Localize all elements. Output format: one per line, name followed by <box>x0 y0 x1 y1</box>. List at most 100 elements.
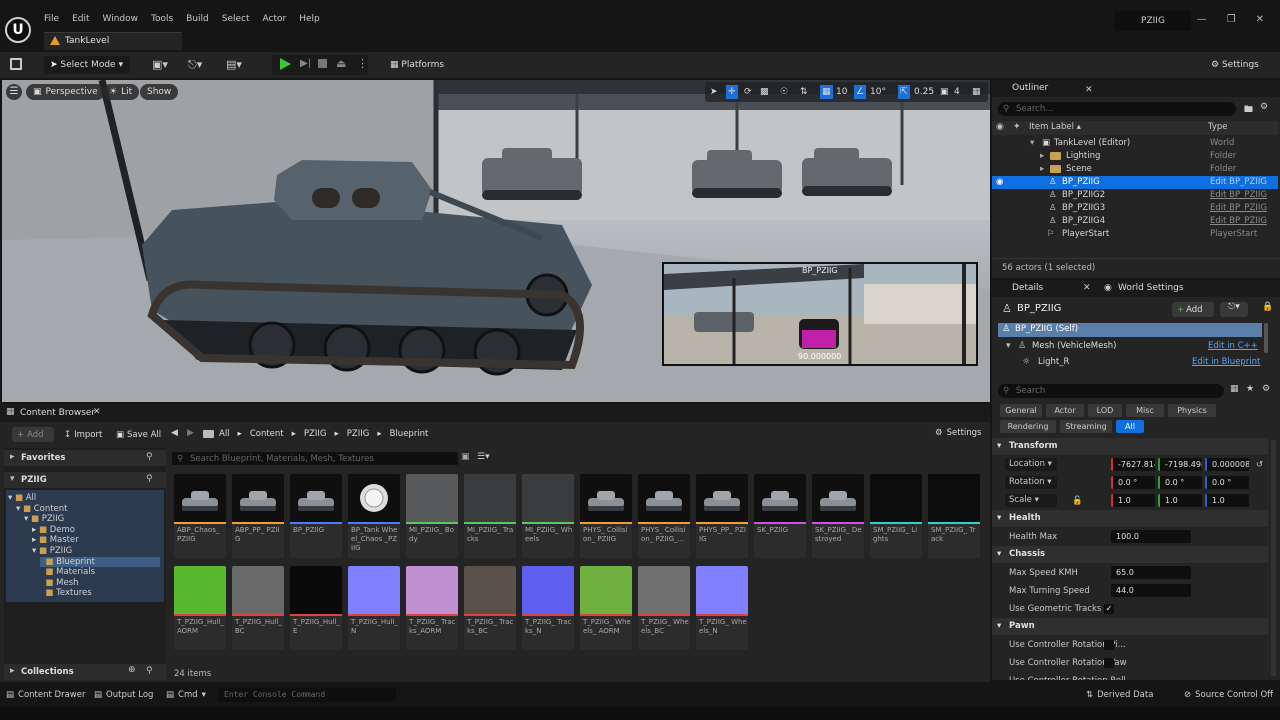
rotation-x-input[interactable]: 0.0 ° <box>1111 476 1155 489</box>
scale-lock-icon[interactable]: 🔓 <box>1072 492 1083 510</box>
asset-tile[interactable]: T_PZIIG_ Wheels_N <box>696 566 748 650</box>
settings-button[interactable]: ⚙ Settings ▾ <box>1205 56 1271 88</box>
content-drawer-button[interactable]: ▤ Content Drawer <box>6 688 85 702</box>
location-x-input[interactable]: -7627.8140 <box>1111 458 1155 471</box>
close-icon[interactable]: ✕ <box>1256 14 1264 25</box>
outliner-row[interactable]: ♙ BP_PZIIG3 Edit BP_PZIIG <box>992 202 1278 215</box>
scale-tool-icon[interactable]: ▩ <box>760 85 769 99</box>
camera-speed-icon[interactable]: ▣ <box>940 85 949 99</box>
filter-lod[interactable]: LOD <box>1088 404 1122 417</box>
cinematics-icon[interactable]: ▤▾ <box>226 58 242 71</box>
filter-misc[interactable]: Misc <box>1126 404 1164 417</box>
rotation-snap-icon[interactable]: ∠ <box>854 85 867 99</box>
blueprint-options-icon[interactable]: ⎋▾ <box>1220 302 1248 317</box>
details-scrollbar[interactable] <box>1271 440 1276 676</box>
max-turning-input[interactable]: 44.0 <box>1111 584 1191 597</box>
eject-icon[interactable]: ⏏ <box>336 57 346 70</box>
asset-tile[interactable]: PHYS_ Collision_ PZIIG <box>580 474 632 558</box>
outliner-row-type[interactable]: Edit BP_PZIIG <box>1210 215 1267 228</box>
maximize-viewport-icon[interactable]: ▦ <box>972 85 981 99</box>
outliner-row-type[interactable]: Edit BP_PZIIG <box>1210 202 1267 215</box>
visibility-icon[interactable]: ◉ <box>996 122 1004 132</box>
outliner-row[interactable]: ⚐ PlayerStart PlayerStart <box>992 228 1278 241</box>
camera-speed-value[interactable]: 4 <box>954 85 960 99</box>
rotate-tool-icon[interactable]: ⟳ <box>744 85 752 99</box>
filter-rendering[interactable]: Rendering <box>1000 420 1056 433</box>
asset-tile[interactable]: MI_PZIIG_ Body <box>406 474 458 558</box>
menu-build[interactable]: Build <box>186 14 209 24</box>
menu-select[interactable]: Select <box>222 14 250 24</box>
outliner-row[interactable]: ♙ BP_PZIIG2 Edit BP_PZIIG <box>992 189 1278 202</box>
platforms-button[interactable]: ▦ Platforms ▾ <box>384 56 456 88</box>
rotation-dropdown[interactable]: Rotation ▾ <box>1005 476 1057 489</box>
asset-tile[interactable]: T_PZIIG_ Tracks_BC <box>464 566 516 650</box>
add-folder-icon[interactable]: 🖿 <box>1244 102 1253 118</box>
asset-tile[interactable]: T_PZIIG_Hull_ N <box>348 566 400 650</box>
output-log-button[interactable]: ▤ Output Log <box>94 688 153 702</box>
asset-tile[interactable]: T_PZIIG_ Tracks_N <box>522 566 574 650</box>
asset-tile[interactable]: T_PZIIG_Hull_ BC <box>232 566 284 650</box>
perspective-button[interactable]: ▣ Perspective <box>26 84 105 100</box>
translate-tool-icon[interactable]: ✛ <box>726 85 738 99</box>
outliner-row-type[interactable]: Edit BP_PZIIG <box>1210 176 1267 189</box>
outliner-row-selected[interactable]: ◉ ♙ BP_PZIIG Edit BP_PZIIG <box>992 176 1278 189</box>
outliner-row[interactable]: ♙ BP_PZIIG4 Edit BP_PZIIG <box>992 215 1278 228</box>
level-viewport[interactable]: ☰ ▣ Perspective ☀ Lit Show ➤ ✛ ⟳ ▩ ☉ ⇅ ▦… <box>2 80 990 402</box>
derived-data-button[interactable]: ⇅ Derived Data <box>1086 688 1153 702</box>
pawn-section[interactable]: ▾ Pawn <box>992 618 1268 635</box>
scale-snap-value[interactable]: 0.25 <box>914 85 934 99</box>
outliner-search-input[interactable]: ⚲ Search... <box>998 102 1236 116</box>
menu-file[interactable]: File <box>44 14 59 24</box>
menu-window[interactable]: Window <box>103 14 139 24</box>
rotation-yaw-checkbox[interactable] <box>1104 658 1114 668</box>
outliner-row[interactable]: ▾ ▣ TankLevel (Editor) World <box>992 137 1278 150</box>
geometric-tracks-checkbox[interactable]: ✓ <box>1104 604 1114 614</box>
details-search-input[interactable]: ⚲ Search <box>998 384 1224 398</box>
reset-icon[interactable]: ↺ <box>1256 456 1263 474</box>
add-component-button[interactable]: + Add <box>1172 302 1214 317</box>
scale-snap-icon[interactable]: ⇱ <box>898 85 910 99</box>
expand-icon[interactable]: ▾ <box>1006 341 1011 351</box>
world-space-icon[interactable]: ☉ <box>780 85 788 99</box>
filter-streaming[interactable]: Streaming <box>1060 420 1112 433</box>
select-tool-icon[interactable]: ➤ <box>710 85 718 99</box>
menu-edit[interactable]: Edit <box>72 14 89 24</box>
asset-tile[interactable]: MI_PZIIG_ Wheels <box>522 474 574 558</box>
asset-tile[interactable]: SM_PZIIG_ Lights <box>870 474 922 558</box>
details-tab[interactable]: Details <box>1012 283 1043 293</box>
rotation-z-input[interactable]: 0.0 ° <box>1205 476 1249 489</box>
add-actor-icon[interactable]: ▣▾ <box>152 58 168 71</box>
component-row[interactable]: ☼ Light_R Edit in Blueprint <box>998 356 1262 370</box>
blueprint-icon[interactable]: ⎋▾ <box>188 58 202 72</box>
step-icon[interactable]: ▶| <box>300 58 311 69</box>
col-item-label[interactable]: Item Label ▴ <box>1029 122 1081 132</box>
menu-tools[interactable]: Tools <box>151 14 173 24</box>
favorite-star-icon[interactable]: ★ <box>1246 384 1254 394</box>
health-max-input[interactable]: 100.0 <box>1111 530 1191 543</box>
filter-physics[interactable]: Physics <box>1168 404 1216 417</box>
asset-tile[interactable]: T_PZIIG_Hull_ AORM <box>174 566 226 650</box>
lock-icon[interactable]: 🔒 <box>1262 302 1273 312</box>
asset-tile[interactable]: T_PZIIG_ Tracks_AORM <box>406 566 458 650</box>
asset-tile[interactable]: ABP_PP_ PZIIG <box>232 474 284 558</box>
filter-all[interactable]: All <box>1116 420 1144 433</box>
pin-icon[interactable]: ✦ <box>1013 122 1021 132</box>
transform-section[interactable]: ▾ Transform <box>992 438 1268 455</box>
scale-y-input[interactable]: 1.0 <box>1158 494 1202 507</box>
save-icon[interactable] <box>10 58 22 70</box>
show-button[interactable]: Show <box>140 84 179 100</box>
asset-tile[interactable]: MI_PZIIG_ Tracks <box>464 474 516 558</box>
component-row[interactable]: ▾ ♙ Mesh (VehicleMesh) Edit in C++ <box>998 340 1262 354</box>
asset-tile[interactable]: T_PZIIG_ Wheels_ AORM <box>580 566 632 650</box>
source-control-button[interactable]: ⊘ Source Control Off <box>1184 688 1273 702</box>
rotation-pitch-checkbox[interactable] <box>1104 640 1114 650</box>
col-type[interactable]: Type <box>1208 122 1228 132</box>
close-icon[interactable]: ✕ <box>1085 82 1093 99</box>
asset-tile[interactable]: T_PZIIG_ Wheels_BC <box>638 566 690 650</box>
expand-icon[interactable]: ▸ <box>1040 150 1044 163</box>
visibility-icon[interactable]: ◉ <box>996 176 1003 189</box>
rotation-snap-value[interactable]: 10° <box>870 85 886 99</box>
more-options-icon[interactable]: ⋮ <box>357 57 368 70</box>
surface-snap-icon[interactable]: ⇅ <box>800 85 808 99</box>
asset-tile[interactable]: PHYS_ Collision_ PZIIG_... <box>638 474 690 558</box>
